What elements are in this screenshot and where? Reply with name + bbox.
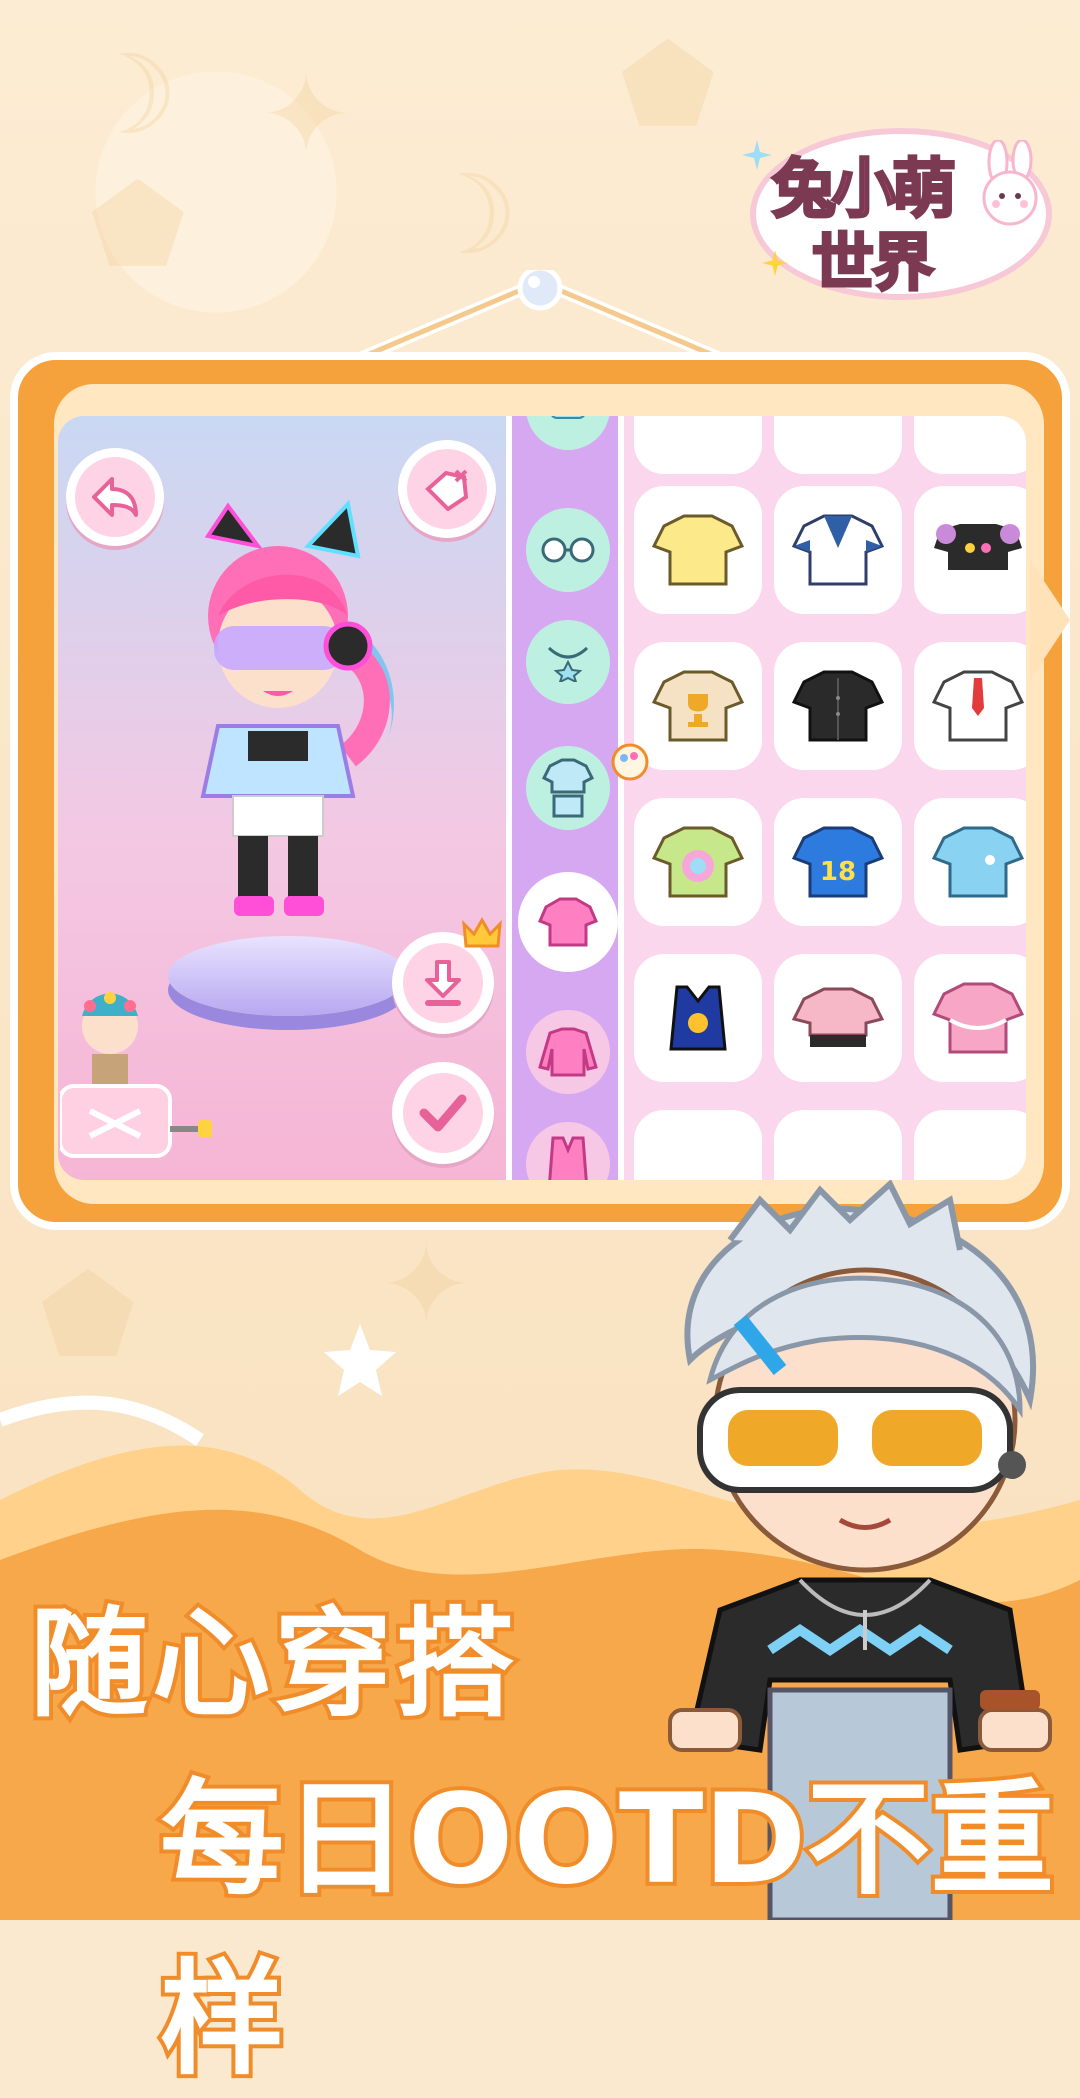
outfit-set-icon xyxy=(541,758,595,818)
pink-blouse-icon xyxy=(931,982,1025,1054)
sword-deco: ✦ xyxy=(260,51,353,179)
tank-top-icon xyxy=(669,985,727,1051)
category-vest[interactable] xyxy=(526,1122,610,1180)
random-avatar-machine[interactable] xyxy=(60,976,220,1166)
game-logo: 兔小萌 世界 xyxy=(742,100,1052,301)
clothing-items-grid: 18 xyxy=(611,416,1026,1180)
hanger-decoration xyxy=(354,270,726,360)
category-outfit-set[interactable] xyxy=(526,746,610,830)
back-button[interactable] xyxy=(66,448,164,546)
clothing-item-card[interactable] xyxy=(774,416,902,474)
jersey-number: 18 xyxy=(820,857,856,887)
back-arrow-icon xyxy=(92,477,138,517)
sparkle-icon xyxy=(742,140,772,170)
logo-title-line2: 世界 xyxy=(810,225,935,301)
bunny-icon xyxy=(982,140,1038,226)
crown-icon xyxy=(462,916,502,948)
dress-up-screen: 18 xyxy=(58,416,1026,1180)
clothing-item-card[interactable] xyxy=(914,954,1026,1082)
banana-deco: ☽ xyxy=(420,151,519,279)
category-necklace[interactable] xyxy=(526,620,610,704)
clothing-item-card[interactable] xyxy=(634,416,762,474)
tshirt-icon xyxy=(538,897,598,947)
shield-deco: ⬟ xyxy=(620,21,716,149)
category-hat[interactable] xyxy=(526,416,610,450)
pink-crop-icon xyxy=(791,987,885,1047)
clothing-item-card[interactable] xyxy=(634,642,762,770)
category-glasses[interactable] xyxy=(526,508,610,592)
confirm-button[interactable] xyxy=(392,1062,494,1164)
clothing-item-card[interactable] xyxy=(914,486,1026,614)
clothing-item-card[interactable] xyxy=(774,486,902,614)
slogan-line2: 每日OOTD不重样 xyxy=(156,1764,1058,2096)
slogan-line1: 随心穿搭 xyxy=(26,1591,519,1737)
sailor-shirt-icon xyxy=(791,514,885,586)
jersey-18-icon: 18 xyxy=(791,826,885,898)
clothing-item-card[interactable] xyxy=(634,1110,762,1180)
frame-side-tab xyxy=(1030,560,1070,680)
white-shirt-tie-icon xyxy=(931,670,1025,742)
category-column xyxy=(506,416,624,1180)
clothing-item-card[interactable] xyxy=(774,954,902,1082)
clothing-item-card[interactable] xyxy=(774,642,902,770)
price-tag-icon xyxy=(425,469,469,511)
checkmark-icon xyxy=(419,1094,467,1132)
clothing-item-card[interactable] xyxy=(774,1110,902,1180)
clothing-item-card[interactable] xyxy=(914,798,1026,926)
yellow-tee-icon xyxy=(651,514,745,586)
trophy-tee-icon xyxy=(651,670,745,742)
hat-icon xyxy=(551,416,585,419)
sparkle-icon xyxy=(762,250,788,276)
star-icon xyxy=(324,1324,396,1396)
necklace-icon xyxy=(547,646,589,682)
clothing-item-card[interactable] xyxy=(914,1110,1026,1180)
paint-palette-icon[interactable] xyxy=(610,742,650,782)
shield-deco: ⬟ xyxy=(40,1251,136,1379)
clothing-item-card[interactable] xyxy=(634,954,762,1082)
girl-avatar xyxy=(200,499,394,916)
shield-deco: ⬟ xyxy=(90,161,186,289)
download-icon xyxy=(425,960,461,1006)
blue-tee-icon xyxy=(931,826,1025,898)
clothing-item-card[interactable] xyxy=(914,416,1026,474)
clothing-item-card[interactable] xyxy=(634,486,762,614)
clothing-item-card[interactable] xyxy=(634,798,762,926)
clothing-item-card[interactable] xyxy=(914,642,1026,770)
category-tshirt[interactable] xyxy=(518,872,618,972)
clothing-item-card[interactable]: 18 xyxy=(774,798,902,926)
category-sweater[interactable] xyxy=(526,1010,610,1094)
black-shirt-icon xyxy=(791,670,885,742)
banana-deco: ☽ xyxy=(80,31,179,159)
avatar-stage xyxy=(58,416,506,1180)
sweater-icon xyxy=(538,1027,598,1077)
vest-icon xyxy=(548,1136,588,1180)
tie-dye-tee-icon xyxy=(651,826,745,898)
glasses-icon xyxy=(541,537,595,563)
heart-crop-top-icon xyxy=(934,524,1022,570)
